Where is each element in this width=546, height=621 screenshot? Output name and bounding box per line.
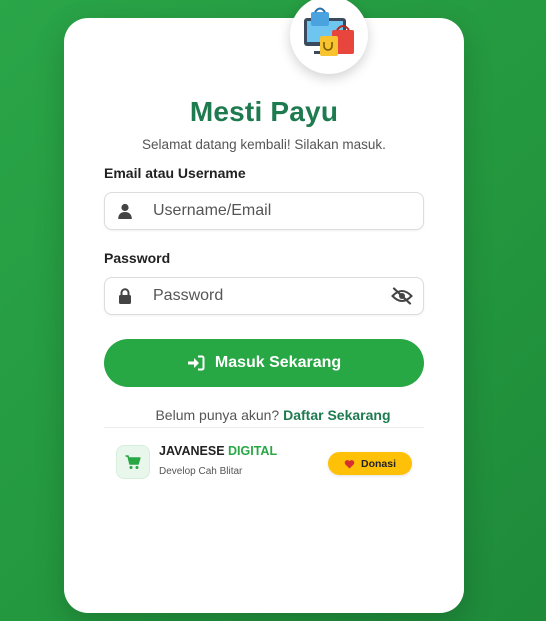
donate-label: Donasi <box>360 457 396 470</box>
heart-icon <box>344 459 355 468</box>
cart-icon <box>125 454 141 469</box>
brand-name-part2: DIGITAL <box>228 444 278 458</box>
submit-login-button[interactable]: Masuk Sekarang <box>104 339 424 387</box>
password-label: Password <box>104 250 171 266</box>
donate-button[interactable]: Donasi <box>328 452 412 475</box>
footer-logo <box>116 445 150 479</box>
brand-tagline: Develop Cah Blitar <box>159 466 243 477</box>
brand-name-part1: JAVANESE <box>159 444 225 458</box>
footer-divider <box>104 427 424 428</box>
submit-label: Masuk Sekarang <box>214 354 342 371</box>
app-logo <box>290 0 368 74</box>
password-input[interactable] <box>153 278 383 314</box>
eye-slash-icon[interactable] <box>391 287 413 305</box>
register-prompt-text: Belum punya akun? <box>155 407 280 423</box>
welcome-subtitle: Selamat datang kembali! Silakan masuk. <box>142 137 386 152</box>
brand-name: JAVANESE DIGITAL <box>159 444 277 458</box>
password-field-wrapper <box>104 277 424 315</box>
shopping-logo-icon <box>304 7 354 56</box>
register-prompt: Belum punya akun? Daftar Sekarang <box>0 407 546 423</box>
login-card: Mesti Payu Selamat datang kembali! Silak… <box>64 0 464 613</box>
lock-icon <box>119 288 131 304</box>
email-input[interactable] <box>153 193 383 229</box>
email-label: Email atau Username <box>104 165 246 181</box>
app-title: Mesti Payu <box>189 96 339 127</box>
register-link[interactable]: Daftar Sekarang <box>283 407 390 423</box>
user-icon <box>118 203 132 219</box>
sign-in-icon <box>187 355 205 371</box>
email-field-wrapper <box>104 192 424 230</box>
